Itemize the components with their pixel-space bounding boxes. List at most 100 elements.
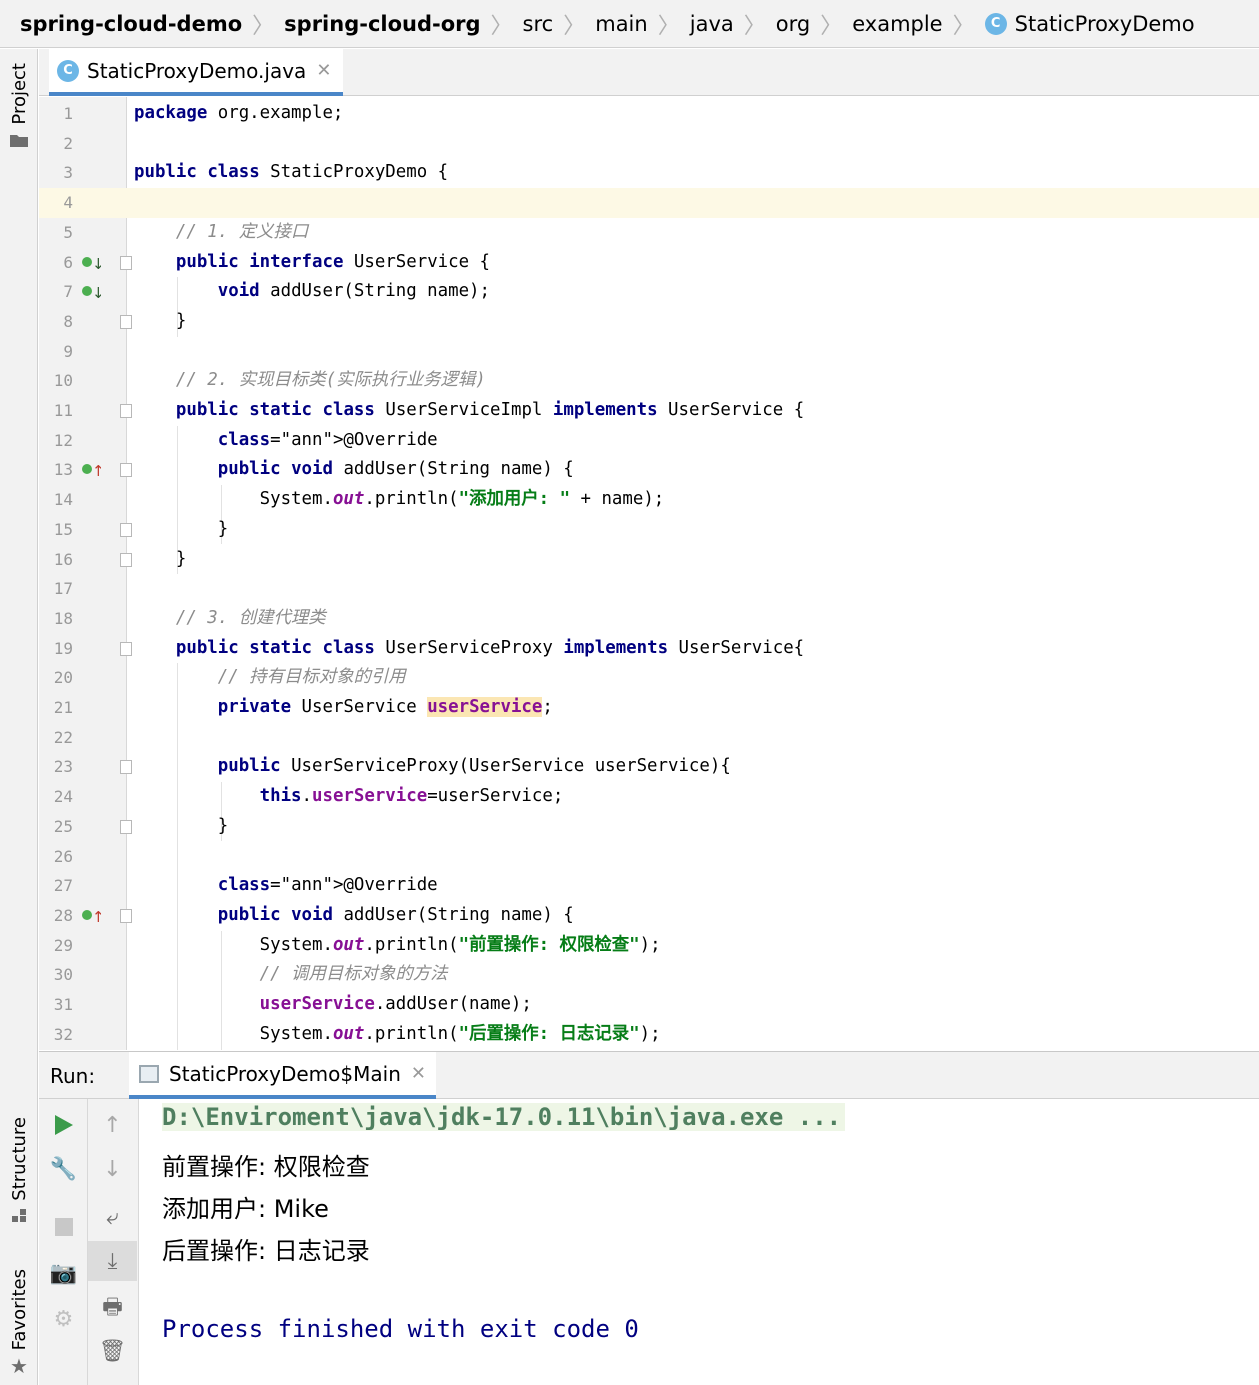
structure-icon — [12, 1208, 26, 1222]
print-button[interactable]: 🖶 — [88, 1289, 137, 1329]
line-number: 13 — [53, 460, 73, 480]
rerun-button[interactable] — [39, 1105, 88, 1145]
line-number: 18 — [53, 608, 73, 628]
code-line[interactable]: class="ann">@Override — [127, 426, 1259, 456]
breadcrumb-item-class[interactable]: StaticProxyDemo — [1015, 12, 1195, 36]
line-number: 23 — [53, 757, 73, 777]
code-line[interactable] — [127, 842, 1259, 872]
left-tool-strip: Project Structure Favorites ★ — [0, 49, 38, 1385]
code-line[interactable]: } — [127, 812, 1259, 842]
scroll-down-button[interactable]: ↓ — [88, 1149, 137, 1189]
structure-tool-tab[interactable]: Structure — [0, 1117, 38, 1223]
close-icon[interactable]: ✕ — [411, 1063, 426, 1084]
line-number: 24 — [53, 787, 73, 807]
implements-up-icon[interactable]: ↑ — [81, 460, 105, 480]
dump-threads-button[interactable]: 📷 — [39, 1253, 88, 1293]
console-output-line: 前置操作: 权限检查 — [162, 1153, 370, 1181]
code-line[interactable] — [127, 574, 1259, 604]
breadcrumb-item-java[interactable]: java — [690, 12, 734, 36]
code-line[interactable]: userService.addUser(name); — [127, 990, 1259, 1020]
printer-icon: 🖶 — [102, 1295, 123, 1320]
code-line[interactable]: public void addUser(String name) { — [127, 455, 1259, 485]
chevron-right-icon: 〉 — [252, 13, 275, 39]
svg-text:↓: ↓ — [92, 284, 101, 302]
console-output-line: 添加用户: Mike — [162, 1195, 329, 1223]
line-number: 1 — [63, 104, 73, 123]
implements-up-icon[interactable]: ↑ — [81, 906, 105, 926]
line-number: 2 — [63, 133, 73, 153]
soft-wrap-button[interactable]: ⤶ — [88, 1197, 137, 1237]
breadcrumb-item-main[interactable]: main — [595, 12, 647, 36]
arrow-up-icon: ↑ — [103, 1112, 122, 1138]
code-line[interactable]: // 2. 实现目标类(实际执行业务逻辑) — [127, 366, 1259, 396]
star-icon: ★ — [10, 1354, 28, 1379]
code-area[interactable]: package org.example; public class StaticP… — [127, 97, 1259, 1050]
scroll-to-end-button[interactable]: ⤓ — [88, 1241, 137, 1281]
code-line[interactable] — [127, 337, 1259, 367]
implemented-down-icon[interactable]: ↓ — [81, 253, 105, 273]
code-line[interactable]: public void addUser(String name) { — [127, 901, 1259, 931]
editor-gutter: 1 2 3 4 5 6 7 8 9 10 11 12 13 14 15 16 17 18 19 20 21 22 23 24 2… — [39, 97, 132, 1050]
code-editor[interactable]: 1 2 3 4 5 6 7 8 9 10 11 12 13 14 15 16 17 18 19 20 21 22 23 24 2… — [39, 97, 1259, 1050]
code-line[interactable] — [127, 188, 1259, 218]
code-line[interactable]: System.out.println("后置操作: 日志记录"); — [127, 1020, 1259, 1050]
code-line[interactable]: // 调用目标对象的方法 — [127, 960, 1259, 990]
breadcrumb-item-example[interactable]: example — [852, 12, 942, 36]
run-console[interactable]: D:\Enviroment\java\jdk-17.0.11\bin\java.… — [140, 1099, 1259, 1385]
line-number: 28 — [53, 905, 73, 925]
implemented-down-icon[interactable]: ↓ — [81, 282, 105, 302]
editor-tab-staticproxydemo[interactable]: C StaticProxyDemo.java ✕ — [49, 49, 344, 96]
wrench-icon: 🔧 — [49, 1156, 78, 1182]
breadcrumb-item-org[interactable]: org — [776, 12, 810, 36]
line-number: 31 — [53, 995, 73, 1014]
code-line[interactable]: public interface UserService { — [127, 248, 1259, 278]
run-tab-staticproxydemo-main[interactable]: StaticProxyDemo$Main ✕ — [129, 1052, 436, 1099]
code-line[interactable]: public UserServiceProxy(UserService user… — [127, 752, 1259, 782]
code-line[interactable]: System.out.println("前置操作: 权限检查"); — [127, 931, 1259, 961]
run-panel-label: Run: — [50, 1064, 96, 1088]
gear-icon: ⚙ — [53, 1306, 74, 1332]
line-number: 4 — [63, 193, 73, 213]
clear-console-button[interactable]: 🗑 — [88, 1331, 137, 1371]
code-line[interactable]: System.out.println("添加用户: " + name); — [127, 485, 1259, 515]
code-line[interactable] — [127, 129, 1259, 159]
line-number: 11 — [53, 401, 73, 420]
code-line[interactable]: void addUser(String name); — [127, 277, 1259, 307]
close-icon[interactable]: ✕ — [316, 60, 331, 81]
settings-button[interactable]: ⚙ — [39, 1299, 88, 1339]
code-line[interactable]: this.userService=userService; — [127, 782, 1259, 812]
code-line[interactable]: public static class UserServiceProxy imp… — [127, 634, 1259, 664]
line-number: 26 — [53, 846, 73, 866]
edit-configuration-button[interactable]: 🔧 — [39, 1149, 88, 1189]
line-number: 3 — [63, 163, 73, 183]
project-tool-tab[interactable]: Project — [0, 63, 38, 147]
breadcrumb-item-src[interactable]: src — [523, 12, 554, 36]
line-number: 14 — [53, 490, 73, 510]
stop-button[interactable] — [39, 1207, 88, 1247]
line-number: 9 — [63, 341, 73, 361]
code-line[interactable]: // 持有目标对象的引用 — [127, 663, 1259, 693]
class-icon: C — [984, 12, 1007, 35]
code-line[interactable]: public static class UserServiceImpl impl… — [127, 396, 1259, 426]
breadcrumb-item-module[interactable]: spring-cloud-org — [284, 12, 480, 36]
code-line[interactable]: } — [127, 307, 1259, 337]
run-tab-label: StaticProxyDemo$Main — [169, 1061, 401, 1086]
line-number: 25 — [53, 816, 73, 836]
code-line[interactable]: public class StaticProxyDemo { — [127, 158, 1259, 188]
code-line[interactable]: } — [127, 545, 1259, 575]
breadcrumb-item-project[interactable]: spring-cloud-demo — [20, 12, 242, 36]
code-line[interactable]: class="ann">@Override — [127, 871, 1259, 901]
project-tab-label: Project — [8, 63, 30, 125]
scroll-up-button[interactable]: ↑ — [88, 1105, 137, 1145]
code-line[interactable]: // 3. 创建代理类 — [127, 604, 1259, 634]
code-line[interactable] — [127, 723, 1259, 753]
code-line[interactable]: // 1. 定义接口 — [127, 218, 1259, 248]
code-line[interactable]: } — [127, 515, 1259, 545]
line-number: 10 — [53, 371, 73, 391]
console-icon — [139, 1064, 159, 1083]
code-line[interactable]: private UserService userService; — [127, 693, 1259, 723]
chevron-right-icon: 〉 — [952, 13, 975, 39]
structure-tab-label: Structure — [8, 1117, 30, 1201]
code-line[interactable]: package org.example; — [127, 99, 1259, 129]
favorites-tool-tab[interactable]: Favorites ★ — [0, 1269, 38, 1378]
